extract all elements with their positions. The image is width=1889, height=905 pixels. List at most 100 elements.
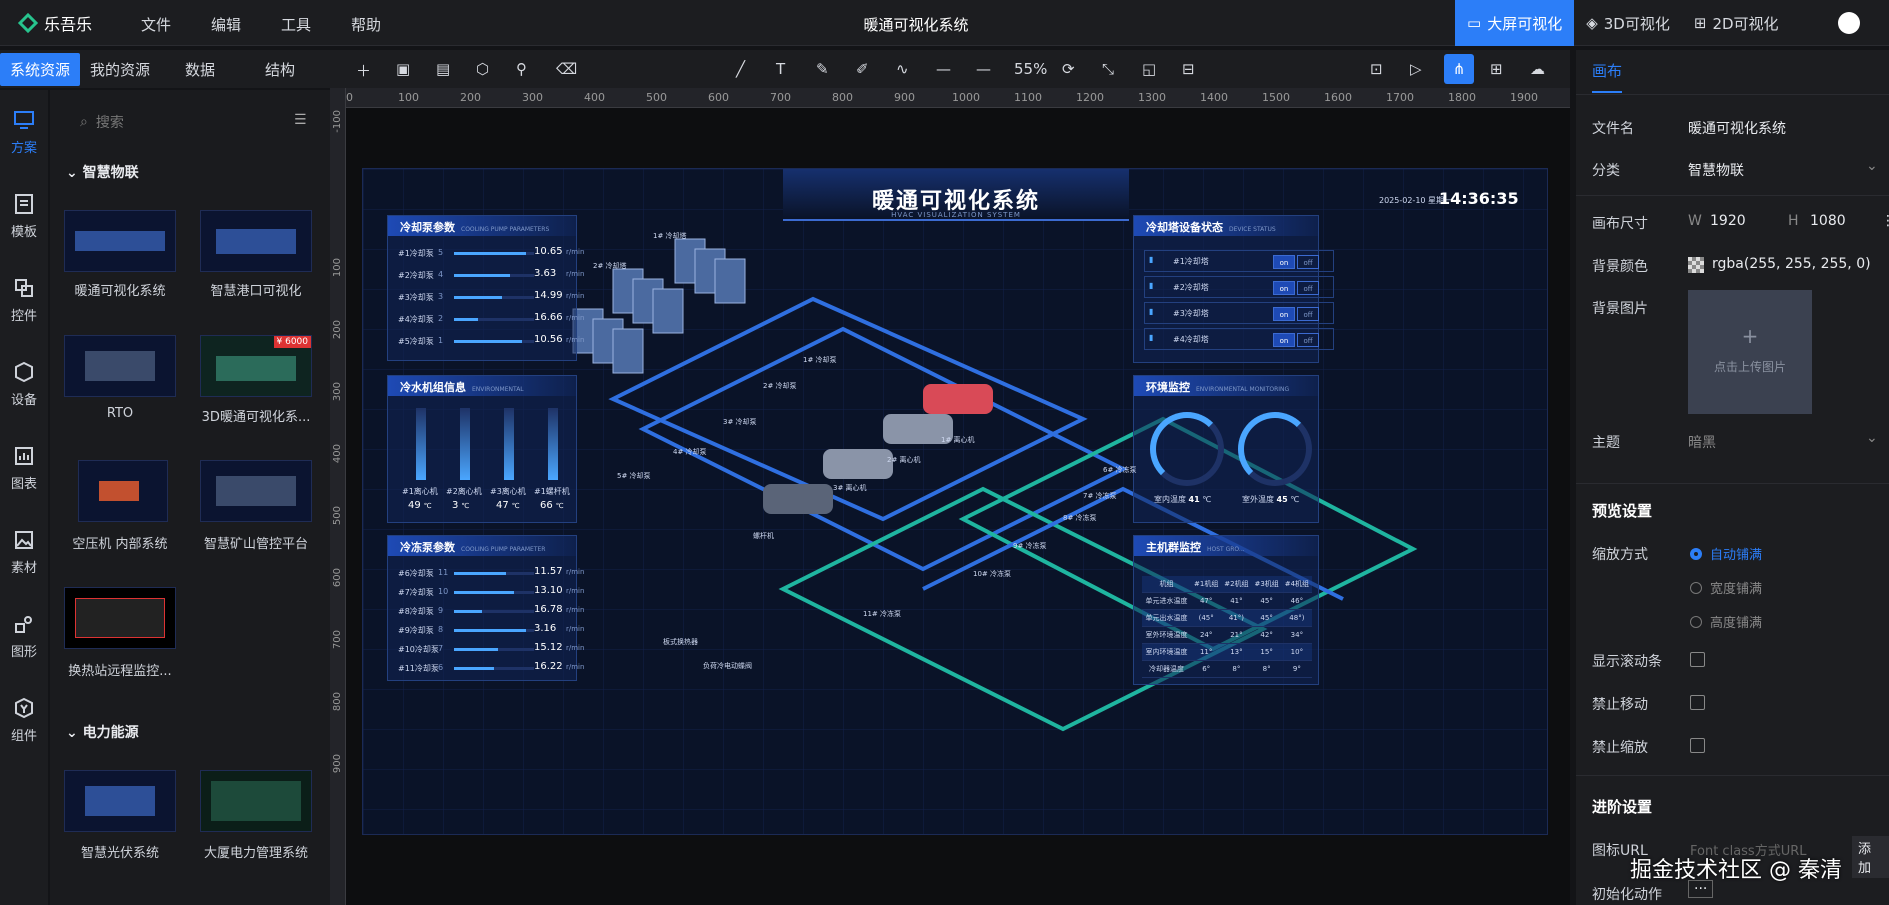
height-input[interactable]: 1080 xyxy=(1810,213,1846,229)
show-scrollbar-checkbox[interactable] xyxy=(1690,652,1705,667)
no-move-checkbox[interactable] xyxy=(1690,695,1705,710)
ruler-tick: 200 xyxy=(460,91,481,104)
switch-off-button[interactable]: off xyxy=(1297,307,1319,321)
radio-width-fill[interactable]: 宽度铺满 xyxy=(1690,578,1762,597)
category-templates[interactable]: 模板 xyxy=(0,174,48,258)
template-thumb[interactable] xyxy=(64,770,176,832)
chevron-down-icon[interactable]: ⌄ xyxy=(1866,430,1878,446)
table-row: 单元出水温度 (45° 41°) 45° 48°) xyxy=(1142,609,1312,627)
file-name-field[interactable]: 暖通可视化系统 xyxy=(1688,118,1786,138)
category-shapes[interactable]: 图形 xyxy=(0,594,48,678)
switch-on-button[interactable]: on xyxy=(1273,281,1295,295)
list-view-icon[interactable]: ☰ xyxy=(294,112,307,128)
template-thumb[interactable] xyxy=(64,587,176,649)
pump-name: #6冷却泵 xyxy=(398,569,434,578)
width-input[interactable]: 1920 xyxy=(1710,213,1746,229)
category-select[interactable]: 智慧物联 xyxy=(1688,160,1744,180)
line-icon[interactable]: ╱ xyxy=(736,60,745,78)
template-thumb[interactable] xyxy=(78,460,168,522)
save-icon[interactable]: ▣ xyxy=(396,60,410,78)
speed-bar-fill xyxy=(454,667,494,670)
switch-off-button[interactable]: off xyxy=(1297,281,1319,295)
category-components[interactable]: 组件 xyxy=(0,678,48,762)
tab-my-resources[interactable]: 我的资源 xyxy=(80,53,160,86)
category-devices[interactable]: 设备 xyxy=(0,342,48,426)
add-button[interactable]: 添加 xyxy=(1852,836,1889,878)
category-materials[interactable]: 素材 xyxy=(0,510,48,594)
bg-color-input[interactable]: rgba(255, 255, 255, 0) xyxy=(1712,256,1871,272)
dashboard-preview[interactable]: 暖通可视化系统 HVAC VISUALIZATION SYSTEM 2025-0… xyxy=(362,168,1548,835)
line-style-icon[interactable]: — xyxy=(936,60,951,78)
speed-bar-fill xyxy=(454,629,526,632)
fit-icon[interactable]: ⤡ xyxy=(1102,60,1114,78)
tab-system-resources[interactable]: 系统资源 xyxy=(0,52,80,86)
tab-data[interactable]: 数据 xyxy=(160,53,240,86)
mode-3d-button[interactable]: ◈ 3D可视化 xyxy=(1574,0,1682,46)
template-thumb[interactable] xyxy=(64,210,176,272)
speed-bar xyxy=(454,274,534,277)
curve-icon[interactable]: ∿ xyxy=(896,60,909,78)
template-thumb[interactable]: ¥ 6000 xyxy=(200,335,312,397)
mode-screen-button[interactable]: ▭ 大屏可视化 xyxy=(1455,0,1575,46)
dashboard-clock: 14:36:35 xyxy=(1439,189,1519,208)
table-cell: 单元出水温度 xyxy=(1142,609,1192,627)
document-icon[interactable]: ▤ xyxy=(436,60,450,78)
switch-on-button[interactable]: on xyxy=(1273,255,1295,269)
line-width-icon[interactable]: — xyxy=(976,60,991,78)
tower-name: #1冷却塔 xyxy=(1173,257,1209,266)
chevron-down-icon[interactable]: ⌄ xyxy=(1866,158,1878,174)
radio-auto-fill[interactable]: 自动铺满 xyxy=(1690,544,1762,563)
divider xyxy=(1576,483,1889,484)
mode-2d-button[interactable]: ⊞ 2D可视化 xyxy=(1682,0,1791,46)
add-icon[interactable]: ＋ xyxy=(356,60,371,81)
category-charts[interactable]: 图表 xyxy=(0,426,48,510)
text-icon[interactable]: T xyxy=(776,60,785,78)
cube-icon[interactable]: ⬡ xyxy=(476,60,489,78)
switch-off-button[interactable]: off xyxy=(1297,333,1319,347)
share-icon[interactable]: ⋔ xyxy=(1444,54,1474,84)
theme-select[interactable]: 暗黑 xyxy=(1688,432,1716,452)
speed-bar-fill xyxy=(454,610,482,613)
pen-icon[interactable]: ✎ xyxy=(816,60,829,78)
cloud-icon[interactable]: ☁ xyxy=(1530,60,1545,78)
speed-bar xyxy=(454,252,534,255)
tab-canvas[interactable]: 画布 xyxy=(1592,60,1623,93)
switch-on-button[interactable]: on xyxy=(1273,333,1295,347)
switch-off-button[interactable]: off xyxy=(1297,255,1319,269)
category-controls[interactable]: 控件 xyxy=(0,258,48,342)
folder-icon[interactable]: ⊡ xyxy=(1370,60,1383,78)
ruler-tick: 700 xyxy=(770,91,791,104)
group-smart-iot[interactable]: ⌄ 智慧物联 xyxy=(66,162,139,182)
group-power-energy[interactable]: ⌄ 电力能源 xyxy=(66,722,139,742)
switch-on-button[interactable]: on xyxy=(1273,307,1295,321)
zoom-level[interactable]: 55% xyxy=(1014,60,1047,78)
play-icon[interactable]: ▷ xyxy=(1410,60,1422,78)
template-thumb[interactable] xyxy=(64,335,176,397)
equipment-label: 板式换热器 xyxy=(663,638,698,646)
qrcode-icon[interactable]: ⊞ xyxy=(1490,60,1503,78)
pump-name: #5冷却泵 xyxy=(398,337,434,346)
search-box[interactable]: ⌕ 搜索 xyxy=(80,112,124,132)
category-label: 组件 xyxy=(10,728,37,744)
bg-image-upload[interactable]: + 点击上传图片 xyxy=(1688,290,1812,414)
radio-height-fill[interactable]: 高度铺满 xyxy=(1690,612,1762,631)
brush-icon[interactable]: ✐ xyxy=(856,60,869,78)
lock-ratio-icon[interactable]: ◱ xyxy=(1142,60,1156,78)
category-solutions[interactable]: 方案 xyxy=(0,90,48,174)
chiller-temp-value: 49 xyxy=(408,500,421,511)
tab-structure[interactable]: 结构 xyxy=(240,53,320,86)
format-painter-icon[interactable]: ⚲ xyxy=(516,60,527,78)
template-thumb[interactable] xyxy=(200,460,312,522)
search-input[interactable]: 搜索 xyxy=(96,112,124,132)
more-icon[interactable]: ⋮ xyxy=(1881,213,1889,229)
template-thumb[interactable] xyxy=(200,210,312,272)
bg-image-label: 背景图片 xyxy=(1592,301,1648,317)
user-avatar[interactable] xyxy=(1838,12,1860,34)
layout-icon[interactable]: ⊟ xyxy=(1182,60,1195,78)
refresh-icon[interactable]: ⟳ xyxy=(1062,60,1075,78)
eraser-icon[interactable]: ⌫ xyxy=(556,60,577,78)
no-zoom-checkbox[interactable] xyxy=(1690,738,1705,753)
template-thumb[interactable] xyxy=(200,770,312,832)
color-swatch[interactable] xyxy=(1688,257,1704,273)
pump-name: #4冷却泵 xyxy=(398,315,434,324)
